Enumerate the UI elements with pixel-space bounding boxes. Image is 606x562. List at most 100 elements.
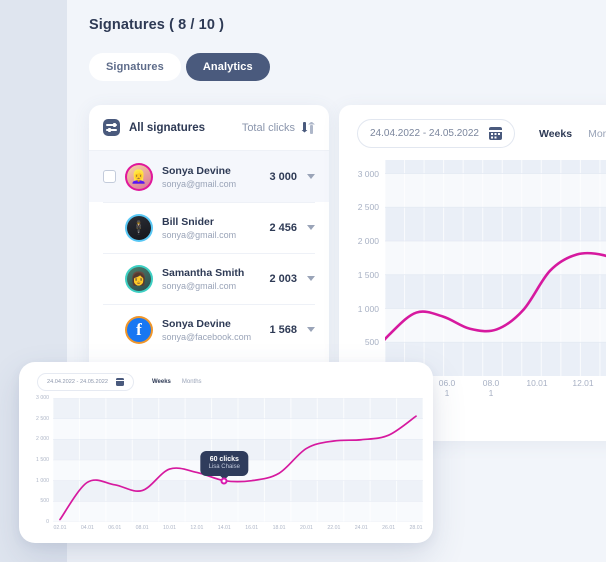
floating-analytics-card: 24.04.2022 - 24.05.2022 Weeks Months 3 0… xyxy=(19,362,433,543)
floating-granularity-switch: Weeks Months xyxy=(152,379,202,385)
row-clicks: 1 568 xyxy=(269,323,297,336)
granularity-switch: Weeks Mor xyxy=(539,128,606,140)
chart-data-point-marker[interactable] xyxy=(220,477,228,485)
x-tick-label: 10.01 xyxy=(526,378,548,388)
floating-chart-x-axis: 02.01 04.01 06.01 08.01 10.01 12.01 14.01 16.01… xyxy=(53,525,423,539)
tab-analytics[interactable]: Analytics xyxy=(185,53,270,81)
row-clicks: 3 000 xyxy=(269,170,297,183)
row-expand-caret-icon[interactable] xyxy=(307,276,315,281)
signature-rows: 👱‍♀️ Sonya Devine sonya@gmail.com 3 000 🕴 Bil… xyxy=(89,151,329,355)
row-email: sonya@gmail.com xyxy=(162,229,237,240)
row-email: sonya@facebook.com xyxy=(162,331,252,342)
list-header-actions: Total clicks xyxy=(242,121,315,135)
main-chart-svg xyxy=(385,160,606,376)
granularity-months[interactable]: Mor xyxy=(588,128,606,140)
x-tick-label: 08.01 xyxy=(135,525,149,531)
y-tick-label: 3 000 xyxy=(36,395,49,401)
floating-date-range-picker[interactable]: 24.04.2022 - 24.05.2022 xyxy=(37,373,134,391)
avatar: 👱‍♀️ xyxy=(125,162,153,191)
page-title: Signatures ( 8 / 10 ) xyxy=(89,17,225,33)
floating-granularity-weeks[interactable]: Weeks xyxy=(152,379,171,385)
x-tick-label: 18.01 xyxy=(272,525,286,531)
y-tick-label: 2 500 xyxy=(357,202,379,213)
y-tick-label: 2 000 xyxy=(357,236,379,246)
x-tick-label: 08.01 xyxy=(482,378,500,398)
avatar-image: 👩 xyxy=(127,266,151,291)
floating-date-range-value: 24.04.2022 - 24.05.2022 xyxy=(47,379,108,385)
x-tick-label: 20.01 xyxy=(299,525,313,531)
row-email: sonya@gmail.com xyxy=(162,280,237,291)
row-identity: Sonya Devine sonya@gmail.com xyxy=(162,165,236,189)
row-expand-caret-icon[interactable] xyxy=(307,174,315,179)
x-tick-label: 16.01 xyxy=(245,525,259,531)
avatar: 🕴 xyxy=(125,213,153,242)
floating-plot-area: 3 000 2 500 2 000 1 500 1 000 500 0 60 clicks … xyxy=(19,395,433,543)
avatar-image: 🕴 xyxy=(127,215,151,240)
row-clicks: 2 456 xyxy=(269,221,297,234)
y-tick-label: 1 500 xyxy=(357,269,379,280)
chart-toolbar: 24.04.2022 - 24.05.2022 Weeks Mor xyxy=(339,105,606,148)
row-name: Sonya Devine xyxy=(162,164,231,177)
main-chart-y-axis: 3 000 2 500 2 000 1 500 1 000 500 xyxy=(339,160,385,376)
y-tick-label: 3 000 xyxy=(357,168,379,179)
x-tick-label: 12.01 xyxy=(572,378,594,388)
main-chart-plot xyxy=(385,160,606,376)
table-row[interactable]: 👱‍♀️ Sonya Devine sonya@gmail.com 3 000 xyxy=(89,151,329,202)
calendar-icon[interactable] xyxy=(488,127,502,140)
tab-signatures[interactable]: Signatures xyxy=(89,53,181,81)
floating-granularity-months[interactable]: Months xyxy=(182,379,202,385)
x-tick-label: 24.01 xyxy=(354,525,368,531)
row-expand-caret-icon[interactable] xyxy=(307,225,315,230)
row-checkbox[interactable] xyxy=(103,170,116,183)
y-tick-label: 500 xyxy=(40,498,49,505)
chart-tooltip: 60 clicks Lisa Chaise xyxy=(200,450,248,476)
x-tick-label: 06.01 xyxy=(108,525,122,531)
row-name: Samantha Smith xyxy=(162,266,245,279)
table-row[interactable]: f Sonya Devine sonya@facebook.com 1 568 xyxy=(89,304,329,355)
x-tick-label: 14.01 xyxy=(217,525,231,531)
row-clicks: 2 003 xyxy=(269,272,297,285)
y-tick-label: 1 000 xyxy=(357,303,379,314)
floating-chart-plot: 60 clicks Lisa Chaise xyxy=(52,397,424,523)
y-tick-label: 2 500 xyxy=(36,415,49,422)
total-clicks-label: Total clicks xyxy=(241,121,295,134)
row-name: Bill Snider xyxy=(162,215,214,228)
row-name: Sonya Devine xyxy=(162,317,231,330)
list-header-title: All signatures xyxy=(129,121,206,134)
x-tick-label: 12.01 xyxy=(190,525,204,531)
y-tick-label: 1 500 xyxy=(36,457,49,463)
row-identity: Bill Snider sonya@gmail.com xyxy=(162,216,236,240)
signatures-list-card: All signatures Total clicks 👱‍♀️ Sonya De… xyxy=(89,105,329,380)
list-header: All signatures Total clicks xyxy=(89,105,329,151)
x-tick-label: 06.01 xyxy=(438,378,456,398)
calendar-icon[interactable] xyxy=(115,378,124,386)
tooltip-value: 60 clicks xyxy=(209,455,239,463)
avatar-image: 👱‍♀️ xyxy=(127,164,151,189)
tooltip-name: Lisa Chaise xyxy=(208,463,240,470)
table-row[interactable]: 🕴 Bill Snider sonya@gmail.com 2 456 xyxy=(89,202,329,253)
row-email: sonya@gmail.com xyxy=(162,178,237,189)
date-range-picker[interactable]: 24.04.2022 - 24.05.2022 xyxy=(357,119,515,148)
filter-sliders-icon[interactable] xyxy=(103,119,120,136)
y-tick-label: 2 000 xyxy=(36,436,49,443)
avatar-image: f xyxy=(127,317,151,342)
avatar: f xyxy=(125,315,153,344)
floating-chart-y-axis: 3 000 2 500 2 000 1 500 1 000 500 0 xyxy=(19,395,53,525)
x-tick-label: 10.01 xyxy=(163,525,177,531)
row-identity: Sonya Devine sonya@facebook.com xyxy=(162,318,251,342)
row-checkbox-cell xyxy=(103,170,125,183)
x-tick-label: 26.01 xyxy=(382,525,396,531)
x-tick-label: 28.01 xyxy=(409,525,423,531)
tab-bar: Signatures Analytics xyxy=(89,53,270,81)
y-tick-label: 1 000 xyxy=(36,477,49,484)
y-tick-label: 500 xyxy=(364,337,379,348)
x-tick-label: 02.01 xyxy=(53,525,67,531)
granularity-weeks[interactable]: Weeks xyxy=(539,128,572,140)
table-row[interactable]: 👩 Samantha Smith sonya@gmail.com 2 003 xyxy=(89,253,329,304)
sort-down-up-icon[interactable] xyxy=(301,121,315,135)
app-root: Signatures ( 8 / 10 ) Signatures Analyti… xyxy=(0,0,606,562)
floating-chart-toolbar: 24.04.2022 - 24.05.2022 Weeks Months xyxy=(19,362,433,391)
row-expand-caret-icon[interactable] xyxy=(307,327,315,332)
y-tick-label: 0 xyxy=(46,519,49,525)
row-identity: Samantha Smith sonya@gmail.com xyxy=(162,267,244,291)
